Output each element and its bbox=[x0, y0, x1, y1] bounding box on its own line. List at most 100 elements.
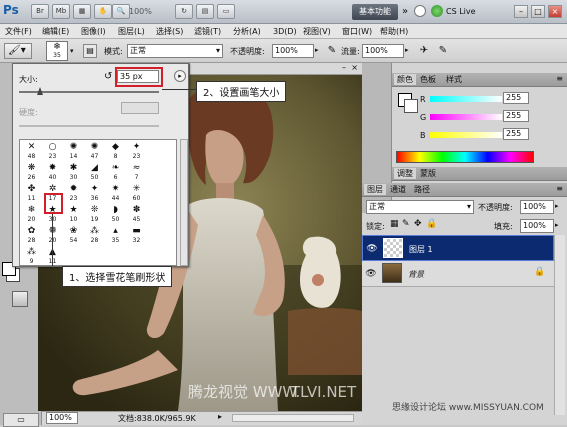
r-slider[interactable] bbox=[430, 96, 502, 102]
brush-grid-scrollbar[interactable] bbox=[180, 139, 188, 266]
brush-preset-cell[interactable]: ✺ 14 bbox=[64, 142, 83, 161]
brush-preset-cell[interactable]: ⁂ 28 bbox=[85, 226, 104, 245]
brush-preset-cell[interactable]: ✕ 48 bbox=[22, 142, 41, 161]
menu-file[interactable]: 文件(F) bbox=[5, 25, 32, 38]
document-tab[interactable]: × – bbox=[190, 63, 362, 75]
menu-view[interactable]: 视图(V) bbox=[303, 25, 331, 38]
brush-preset-cell[interactable]: ★ 10 bbox=[64, 205, 83, 224]
zoom-tool-button[interactable]: 🔍 bbox=[112, 4, 130, 19]
mode-select[interactable]: 正常 ▾ bbox=[127, 44, 223, 58]
layer-row[interactable]: 👁 背景 🔒 bbox=[362, 261, 554, 287]
opacity-field[interactable]: 100% bbox=[272, 44, 314, 58]
layer-opacity-field[interactable]: 100% bbox=[520, 200, 554, 214]
chevron-right-icon[interactable]: ▸ bbox=[555, 202, 559, 210]
lock-transparent-icon[interactable]: ▦ bbox=[390, 219, 399, 229]
horizontal-scrollbar[interactable] bbox=[232, 414, 354, 422]
tab-styles[interactable]: 样式 bbox=[446, 74, 462, 85]
layer-blend-mode-select[interactable]: 正常 ▾ bbox=[366, 200, 474, 214]
search-icon[interactable] bbox=[414, 5, 426, 17]
hand-tool-button[interactable]: ✋ bbox=[94, 4, 112, 19]
close-icon[interactable]: × bbox=[351, 63, 358, 72]
cslive-label[interactable]: CS Live bbox=[446, 7, 476, 16]
g-slider[interactable] bbox=[430, 114, 502, 120]
panel-menu-icon[interactable]: ≡ bbox=[556, 74, 563, 83]
zoom-level[interactable]: 100% bbox=[129, 7, 152, 16]
menu-3d[interactable]: 3D(D) bbox=[273, 25, 297, 38]
brush-preset-cell[interactable]: ◆ 8 bbox=[106, 142, 125, 161]
brush-preset-cell[interactable]: ✳ 60 bbox=[127, 184, 146, 203]
brush-panel-toggle-icon[interactable]: ▤ bbox=[83, 44, 97, 58]
menu-edit[interactable]: 编辑(E) bbox=[42, 25, 69, 38]
lock-all-icon[interactable]: 🔒 bbox=[426, 219, 437, 229]
brush-preset-cell[interactable]: ❧ 6 bbox=[106, 163, 125, 182]
menu-analysis[interactable]: 分析(A) bbox=[233, 25, 261, 38]
pressure-opacity-icon[interactable]: ✎ bbox=[325, 44, 339, 58]
opacity-slider-toggle-icon[interactable]: ▸ bbox=[315, 46, 319, 54]
airbrush-icon[interactable]: ✈ bbox=[417, 44, 431, 58]
layer-name[interactable]: 图层 1 bbox=[409, 244, 433, 255]
tab-masks[interactable]: 蒙版 bbox=[420, 168, 436, 179]
tool-preset-picker[interactable]: 🖌▾ bbox=[4, 43, 32, 59]
view-extras-button[interactable]: ▦ bbox=[73, 4, 91, 19]
brush-preset-picker[interactable]: ❄ 35 bbox=[46, 41, 68, 61]
brush-preset-cell[interactable]: ✦ 23 bbox=[127, 142, 146, 161]
layer-name[interactable]: 背景 bbox=[408, 269, 424, 280]
tab-channels[interactable]: 通道 bbox=[390, 184, 406, 195]
menu-window[interactable]: 窗口(W) bbox=[342, 25, 372, 38]
minimize-button[interactable]: – bbox=[514, 5, 528, 18]
menu-select[interactable]: 选择(S) bbox=[156, 25, 183, 38]
flow-field[interactable]: 100% bbox=[362, 44, 404, 58]
bridge-button[interactable]: Br bbox=[31, 4, 49, 19]
chevron-right-icon[interactable]: » bbox=[402, 6, 408, 17]
layer-row[interactable]: 👁 图层 1 bbox=[362, 235, 554, 261]
brush-preset-cell[interactable]: ◗ 50 bbox=[106, 205, 125, 224]
brush-preset-cell[interactable]: ≈7 bbox=[127, 163, 146, 182]
visibility-eye-icon[interactable]: 👁 bbox=[365, 242, 379, 256]
close-button[interactable]: × bbox=[548, 5, 562, 18]
status-zoom-field[interactable]: 100% bbox=[46, 412, 78, 424]
chevron-right-icon[interactable]: ▸ bbox=[555, 221, 559, 229]
tab-layers[interactable]: 图层 bbox=[364, 184, 386, 195]
status-menu-arrow-icon[interactable]: ▸ bbox=[218, 412, 222, 421]
brush-preset-cell[interactable]: ✤ 11 bbox=[22, 184, 41, 203]
brush-preset-cell[interactable]: ❋ 26 bbox=[22, 163, 41, 182]
lock-image-icon[interactable]: ✎ bbox=[402, 219, 410, 229]
chevron-down-icon[interactable]: ▾ bbox=[70, 47, 74, 55]
tab-paths[interactable]: 路径 bbox=[414, 184, 430, 195]
mini-bridge-button[interactable]: Mb bbox=[52, 4, 70, 19]
maximize-button[interactable]: □ bbox=[531, 5, 545, 18]
brush-preset-cell[interactable]: ○ 23 bbox=[43, 142, 62, 161]
tab-adjustments[interactable]: 调整 bbox=[394, 168, 416, 179]
brush-preset-cell[interactable]: ✱ 30 bbox=[64, 163, 83, 182]
g-value-field[interactable]: 255 bbox=[503, 110, 529, 122]
brush-preset-cell[interactable]: ⁂ 9 bbox=[22, 247, 41, 266]
menu-filter[interactable]: 滤镜(T) bbox=[194, 25, 221, 38]
tab-color[interactable]: 颜色 bbox=[394, 74, 416, 85]
color-background-swatch[interactable] bbox=[404, 99, 418, 113]
brush-preset-cell[interactable]: ❊ 19 bbox=[85, 205, 104, 224]
fill-field[interactable]: 100% bbox=[520, 219, 554, 233]
lock-position-icon[interactable]: ✥ bbox=[414, 219, 422, 229]
brush-preset-cell[interactable]: ✸ 40 bbox=[43, 163, 62, 182]
brush-preset-cell[interactable]: ❄ 20 bbox=[22, 205, 41, 224]
workspace-essentials-button[interactable]: 基本功能 bbox=[352, 4, 398, 20]
b-slider[interactable] bbox=[430, 132, 502, 138]
picker-menu-arrow-icon[interactable]: ▸ bbox=[174, 70, 186, 82]
brush-preset-cell[interactable]: ◢ 50 bbox=[85, 163, 104, 182]
brush-preset-cell[interactable]: ❀ 54 bbox=[64, 226, 83, 245]
screen-mode-button[interactable]: ▭ bbox=[217, 4, 235, 19]
brush-preset-cell[interactable]: ✹ 23 bbox=[64, 184, 83, 203]
menu-layer[interactable]: 图层(L) bbox=[118, 25, 145, 38]
pressure-size-icon[interactable]: ✎ bbox=[436, 44, 450, 58]
brush-preset-cell[interactable]: ▬ 32 bbox=[127, 226, 146, 245]
brush-preset-cell[interactable]: ✺ 47 bbox=[85, 142, 104, 161]
layers-scrollbar[interactable] bbox=[554, 235, 565, 415]
brush-preset-cell[interactable]: ✦ 36 bbox=[85, 184, 104, 203]
rotate-view-button[interactable]: ↻ bbox=[175, 4, 193, 19]
arrange-documents-button[interactable]: ▤ bbox=[196, 4, 214, 19]
r-value-field[interactable]: 255 bbox=[503, 92, 529, 104]
brush-preset-cell[interactable]: ✷ 44 bbox=[106, 184, 125, 203]
b-value-field[interactable]: 255 bbox=[503, 128, 529, 140]
quick-mask-icon[interactable] bbox=[12, 291, 28, 307]
brush-preset-cell[interactable]: ✿ 28 bbox=[22, 226, 41, 245]
